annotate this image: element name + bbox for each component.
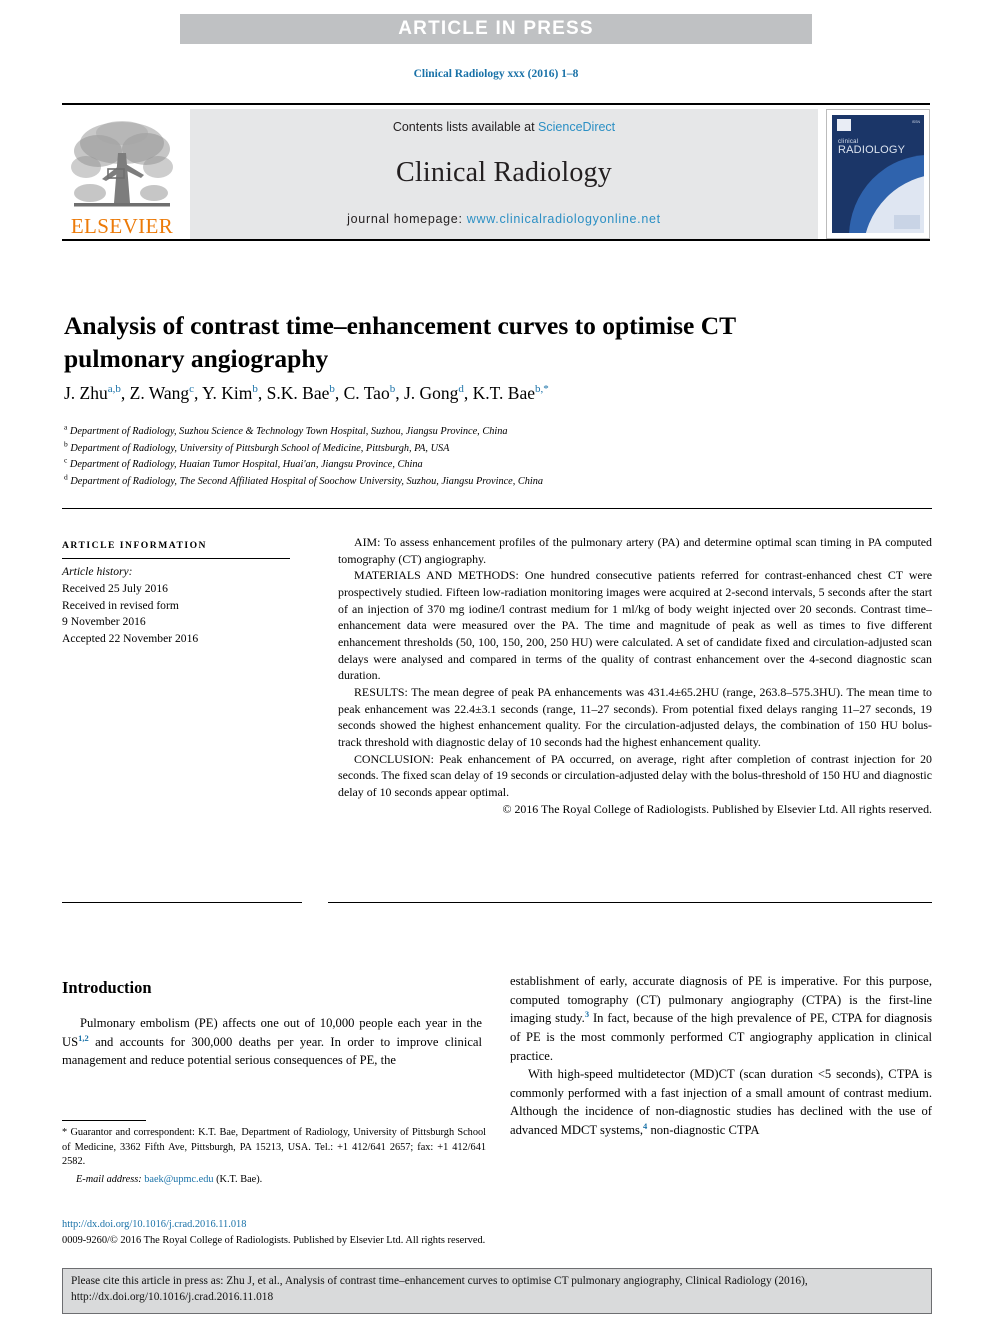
author-separator: , bbox=[120, 383, 130, 403]
doi-link[interactable]: http://dx.doi.org/10.1016/j.crad.2016.11… bbox=[62, 1218, 662, 1233]
cover-title-line2: RADIOLOGY bbox=[838, 144, 906, 156]
abstract-top-rule bbox=[62, 508, 932, 509]
author-name: S.K. Bae bbox=[266, 383, 330, 403]
journal-cover-thumbnail[interactable]: ISSN clinical RADIOLOGY bbox=[826, 109, 930, 239]
body-column-left: Introduction Pulmonary embolism (PE) aff… bbox=[62, 978, 482, 1070]
article-information-block: ARTICLE INFORMATION Article history: Rec… bbox=[62, 540, 302, 648]
intro-left-text-b: and accounts for 300,000 deaths per year… bbox=[62, 1034, 482, 1068]
journal-cover-art: ISSN clinical RADIOLOGY bbox=[832, 115, 924, 233]
intro-right-text-2b: non-diagnostic CTPA bbox=[647, 1123, 760, 1137]
author-affiliation-marker[interactable]: b,* bbox=[535, 383, 549, 395]
abstract-aim: AIM: To assess enhancement profiles of t… bbox=[338, 535, 932, 566]
footnote-divider bbox=[62, 1120, 146, 1121]
affiliation-item: a Department of Radiology, Suzhou Scienc… bbox=[64, 423, 934, 441]
homepage-prefix: journal homepage: bbox=[347, 212, 467, 226]
footnote-correspondence-text: * Guarantor and correspondent: K.T. Bae,… bbox=[62, 1127, 486, 1168]
article-in-press-banner: ARTICLE IN PRESS bbox=[180, 14, 812, 44]
introduction-paragraph-right-1: establishment of early, accurate diagnos… bbox=[510, 972, 932, 1065]
introduction-paragraph-right-2: With high-speed multidetector (MD)CT (sc… bbox=[510, 1065, 932, 1140]
affiliation-text: Department of Radiology, Suzhou Science … bbox=[67, 426, 508, 437]
cover-elsevier-mark-icon bbox=[837, 119, 851, 131]
author-list: J. Zhua,b, Z. Wangc, Y. Kimb, S.K. Baeb,… bbox=[64, 382, 864, 405]
publication-info: http://dx.doi.org/10.1016/j.crad.2016.11… bbox=[62, 1218, 662, 1248]
footnote-email-link[interactable]: baek@upmc.edu bbox=[144, 1174, 213, 1185]
cover-society-badge-icon bbox=[894, 215, 920, 229]
elsevier-logo: ELSEVIER bbox=[62, 109, 182, 239]
affiliation-text: Department of Radiology, Huaian Tumor Ho… bbox=[67, 459, 423, 471]
author-separator: , bbox=[334, 383, 344, 403]
abstract-materials-methods: MATERIALS AND METHODS: One hundred conse… bbox=[338, 568, 932, 683]
article-history-revised-date: 9 November 2016 bbox=[62, 615, 146, 629]
page-title: Analysis of contrast time–enhancement cu… bbox=[64, 311, 736, 374]
journal-masthead: ELSEVIER Contents lists available at Sci… bbox=[62, 103, 930, 241]
author-separator: , bbox=[463, 383, 473, 403]
abstract-results: RESULTS: The mean degree of peak PA enha… bbox=[338, 684, 932, 749]
article-in-press-label: ARTICLE IN PRESS bbox=[398, 18, 594, 39]
article-history-label: Article history: bbox=[62, 565, 133, 578]
introduction-paragraph-left: Pulmonary embolism (PE) affects one out … bbox=[62, 1014, 482, 1070]
cite-this-article-text: Please cite this article in press as: Zh… bbox=[71, 1275, 808, 1303]
section-heading-introduction: Introduction bbox=[62, 978, 152, 997]
abstract-text: AIM: To assess enhancement profiles of t… bbox=[338, 534, 932, 817]
author-name: Z. Wang bbox=[129, 383, 190, 403]
author-separator: , bbox=[395, 383, 404, 403]
cover-small-text: ISSN bbox=[911, 120, 920, 124]
affiliation-item: d Department of Radiology, The Second Af… bbox=[64, 473, 934, 491]
author-name: K.T. Bae bbox=[472, 383, 536, 403]
issn-copyright-line: 0009-9260/© 2016 The Royal College of Ra… bbox=[62, 1234, 486, 1246]
article-history-received: Received 25 July 2016 bbox=[62, 581, 168, 595]
masthead-center-panel: Contents lists available at ScienceDirec… bbox=[190, 109, 818, 239]
abstract-bottom-rule-left bbox=[62, 902, 302, 903]
journal-title: Clinical Radiology bbox=[396, 157, 612, 188]
author-name: J. Zhu bbox=[64, 383, 108, 403]
contents-lists-line: Contents lists available at ScienceDirec… bbox=[393, 120, 615, 134]
body-column-right: establishment of early, accurate diagnos… bbox=[510, 972, 932, 1140]
author-name: Y. Kim bbox=[202, 383, 253, 403]
affiliation-list: a Department of Radiology, Suzhou Scienc… bbox=[64, 423, 934, 491]
journal-homepage-link[interactable]: www.clinicalradiologyonline.net bbox=[467, 212, 661, 226]
author-affiliation-marker[interactable]: a,b bbox=[108, 383, 121, 395]
article-information-heading: ARTICLE INFORMATION bbox=[62, 540, 207, 551]
elsevier-wordmark: ELSEVIER bbox=[70, 214, 174, 238]
journal-reference: Clinical Radiology xxx (2016) 1–8 bbox=[413, 68, 579, 80]
affiliation-item: b Department of Radiology, University of… bbox=[64, 440, 934, 458]
article-history-accepted: Accepted 22 November 2016 bbox=[62, 632, 199, 646]
author-name: J. Gong bbox=[403, 383, 459, 403]
author-separator: , bbox=[194, 383, 203, 403]
author-separator: , bbox=[257, 383, 267, 403]
reference-marker-1-2[interactable]: 1,2 bbox=[78, 1032, 89, 1042]
correspondence-footnote: * Guarantor and correspondent: K.T. Bae,… bbox=[62, 1120, 486, 1187]
footnote-email-label: E-mail address: bbox=[76, 1173, 142, 1185]
elsevier-tree-icon bbox=[71, 121, 173, 207]
affiliation-text: Department of Radiology, University of P… bbox=[67, 442, 450, 454]
footnote-email-owner: (K.T. Bae). bbox=[216, 1173, 263, 1185]
author-name: C. Tao bbox=[343, 383, 390, 403]
footnote-email-line: E-mail address: baek@upmc.edu (K.T. Bae)… bbox=[62, 1173, 486, 1188]
cite-this-article-box: Please cite this article in press as: Zh… bbox=[62, 1268, 932, 1314]
journal-homepage-line: journal homepage: www.clinicalradiologyo… bbox=[347, 212, 661, 226]
contents-lists-prefix: Contents lists available at bbox=[392, 120, 539, 134]
sciencedirect-link[interactable]: ScienceDirect bbox=[538, 120, 615, 134]
cover-journal-title: clinical RADIOLOGY bbox=[838, 139, 905, 156]
affiliation-text: Department of Radiology, The Second Affi… bbox=[67, 476, 544, 488]
affiliation-item: c Department of Radiology, Huaian Tumor … bbox=[64, 457, 934, 474]
article-history-revised-label: Received in revised form bbox=[62, 598, 179, 612]
abstract-copyright: © 2016 The Royal College of Radiologists… bbox=[502, 801, 932, 816]
article-information-rule bbox=[62, 558, 290, 559]
abstract-conclusion: CONCLUSION: Peak enhancement of PA occur… bbox=[338, 751, 932, 799]
abstract-bottom-rule-right bbox=[328, 902, 932, 903]
